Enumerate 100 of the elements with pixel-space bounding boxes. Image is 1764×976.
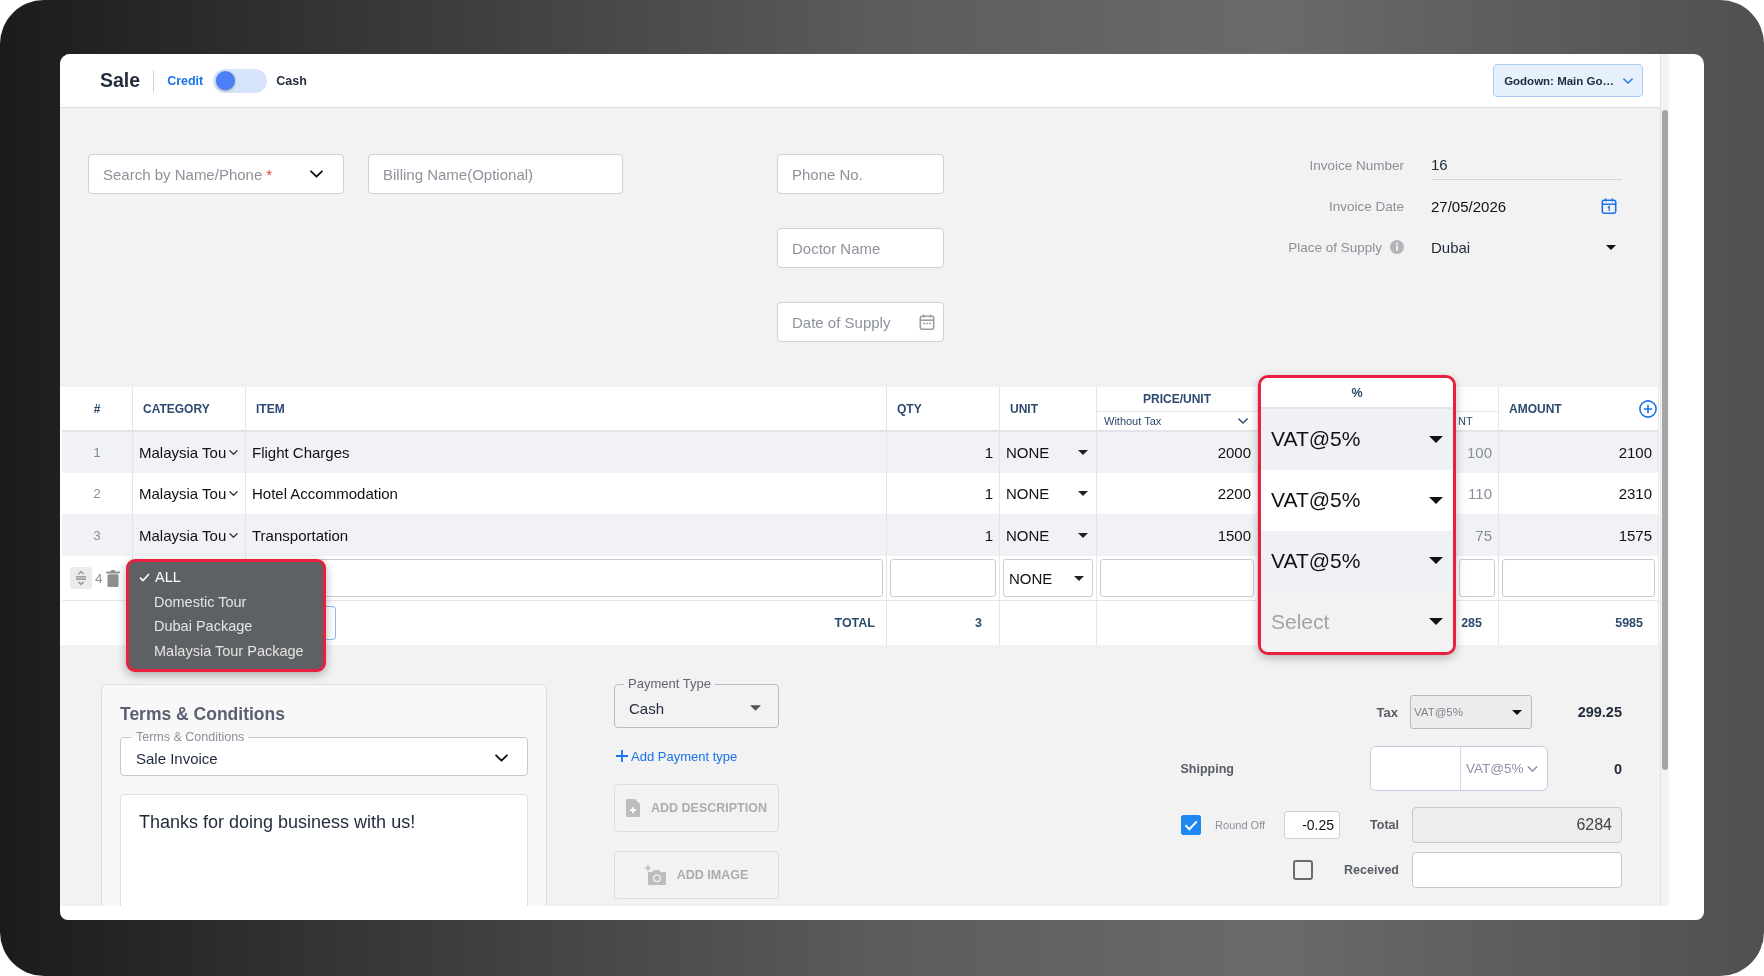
column-header: ITEM [256, 401, 285, 416]
column-header: CATEGORY [143, 401, 210, 416]
billing-name-input[interactable]: Billing Name(Optional) [368, 154, 623, 194]
summary-label: Tax [1376, 704, 1398, 720]
column-header: UNIT [1010, 401, 1038, 416]
trash-icon[interactable] [105, 569, 120, 587]
field-label: Invoice Number [1308, 156, 1404, 175]
caret-down-icon [1429, 557, 1443, 565]
plus-icon [616, 750, 628, 762]
total-amount-field[interactable]: 6284 [1412, 807, 1622, 843]
place-of-supply-select[interactable]: Dubai [1431, 232, 1622, 262]
chevron-down-icon [229, 532, 239, 538]
chevron-down-icon [310, 170, 323, 178]
received-checkbox[interactable] [1293, 860, 1314, 880]
caret-down-icon [1606, 244, 1616, 250]
price-cell: 1500 [1097, 514, 1258, 556]
caret-down-icon [1429, 496, 1443, 504]
phone-input[interactable]: Phone No. [777, 154, 944, 194]
caret-down-icon [1078, 450, 1088, 455]
qty-cell: 1 [887, 432, 1000, 473]
caret-down-icon [1078, 491, 1088, 496]
total-label: TOTAL [834, 616, 875, 630]
section-title: Terms & Conditions [120, 703, 286, 726]
customer-search-field[interactable]: Search by Name/Phone * [88, 154, 344, 194]
dropdown-option[interactable]: Dubai Package [129, 614, 323, 639]
summary-label: Received [1344, 863, 1399, 877]
tax-amount-cell: 100 [1456, 432, 1499, 473]
plus-circle-icon[interactable] [1639, 399, 1657, 418]
summary-label: Round Off [1215, 819, 1266, 831]
field-label: Terms & Conditions [132, 730, 249, 744]
category-select[interactable]: Malaysia Tou [133, 514, 246, 556]
file-plus-icon [626, 799, 640, 817]
mode-toggle[interactable] [213, 68, 268, 93]
invoice-date-field[interactable]: 27/05/2026 [1431, 191, 1622, 221]
column-header: QTY [897, 401, 922, 416]
page-title: Sale [100, 69, 141, 92]
mode-option[interactable]: Credit [167, 73, 204, 88]
column-header: NT [1458, 415, 1473, 427]
tax-select[interactable]: VAT@5% [1261, 530, 1453, 592]
camera-plus-icon [644, 865, 666, 885]
mode-option[interactable]: Cash [276, 73, 307, 88]
chevron-down-icon [1623, 77, 1633, 84]
invoice-number-field[interactable]: 16 [1431, 150, 1622, 180]
godown-select[interactable]: Godown: Main Go… [1493, 64, 1643, 97]
chevron-down-icon [1527, 765, 1539, 772]
row-number: 4 [95, 570, 103, 586]
shipping-value: 0 [1612, 760, 1622, 777]
caret-down-icon [1512, 709, 1522, 715]
qty-cell: 1 [887, 514, 1000, 556]
column-header: PRICE/UNIT [1143, 392, 1211, 406]
price-input[interactable] [1100, 559, 1254, 597]
price-tax-mode-select[interactable]: Without Tax [1097, 411, 1257, 430]
column-header: AMOUNT [1509, 401, 1562, 416]
unit-select[interactable]: NONE [1000, 514, 1097, 556]
field-label: Place of Supply [1288, 239, 1382, 255]
received-input[interactable] [1412, 852, 1622, 888]
amount-input[interactable] [1502, 559, 1655, 597]
scrollbar-thumb[interactable] [1662, 110, 1668, 770]
caret-down-icon [1429, 618, 1443, 626]
check-icon [139, 572, 150, 582]
unit-select[interactable]: NONE [1003, 559, 1093, 597]
tax-amount-input[interactable] [1459, 559, 1495, 597]
doctor-name-input[interactable]: Doctor Name [777, 228, 944, 268]
field-label: Invoice Date [1327, 197, 1404, 216]
category-select[interactable]: Malaysia Tou [133, 432, 246, 473]
round-off-input[interactable]: -0.25 [1284, 811, 1341, 839]
chevron-down-icon [1238, 418, 1248, 424]
date-of-supply-input[interactable]: Date of Supply [777, 302, 944, 342]
item-name-cell: Flight Charges [246, 432, 887, 473]
price-cell: 2000 [1097, 432, 1258, 473]
tax-select[interactable]: VAT@5% [1261, 469, 1453, 531]
caret-down-icon [750, 705, 761, 711]
tax-select[interactable]: VAT@5% [1261, 409, 1453, 470]
row-number: 1 [62, 432, 133, 473]
calendar-icon [919, 314, 935, 330]
tax-amount-cell: 75 [1456, 514, 1499, 556]
caret-down-icon [1074, 575, 1084, 581]
tax-total-value: 299.25 [1576, 704, 1622, 720]
add-payment-type-link[interactable]: Add Payment type [614, 747, 738, 765]
item-name-cell: Transportation [246, 514, 887, 556]
calendar-icon [1601, 198, 1617, 214]
column-header: # [93, 401, 101, 416]
info-icon [1390, 240, 1404, 254]
chevron-down-icon [495, 754, 508, 762]
dropdown-option[interactable]: ALL [129, 565, 323, 590]
dropdown-option[interactable]: Malaysia Tour Package [129, 638, 323, 663]
summary-label: Shipping [1180, 761, 1234, 776]
chevron-down-icon [229, 491, 239, 496]
dropdown-option[interactable]: Domestic Tour [129, 589, 323, 614]
terms-textarea[interactable]: Thanks for doing business with us! [120, 794, 528, 906]
field-label: Payment Type [624, 676, 715, 691]
qty-input[interactable] [890, 559, 996, 597]
round-off-checkbox[interactable] [1181, 815, 1202, 835]
amount-cell: 2100 [1499, 432, 1659, 473]
amount-cell: 1575 [1499, 514, 1659, 556]
column-header: % [1261, 378, 1453, 409]
caret-down-icon [1078, 532, 1088, 538]
unit-select[interactable]: NONE [1000, 432, 1097, 473]
row-number: 3 [62, 514, 133, 556]
drag-handle-icon[interactable] [70, 567, 92, 589]
